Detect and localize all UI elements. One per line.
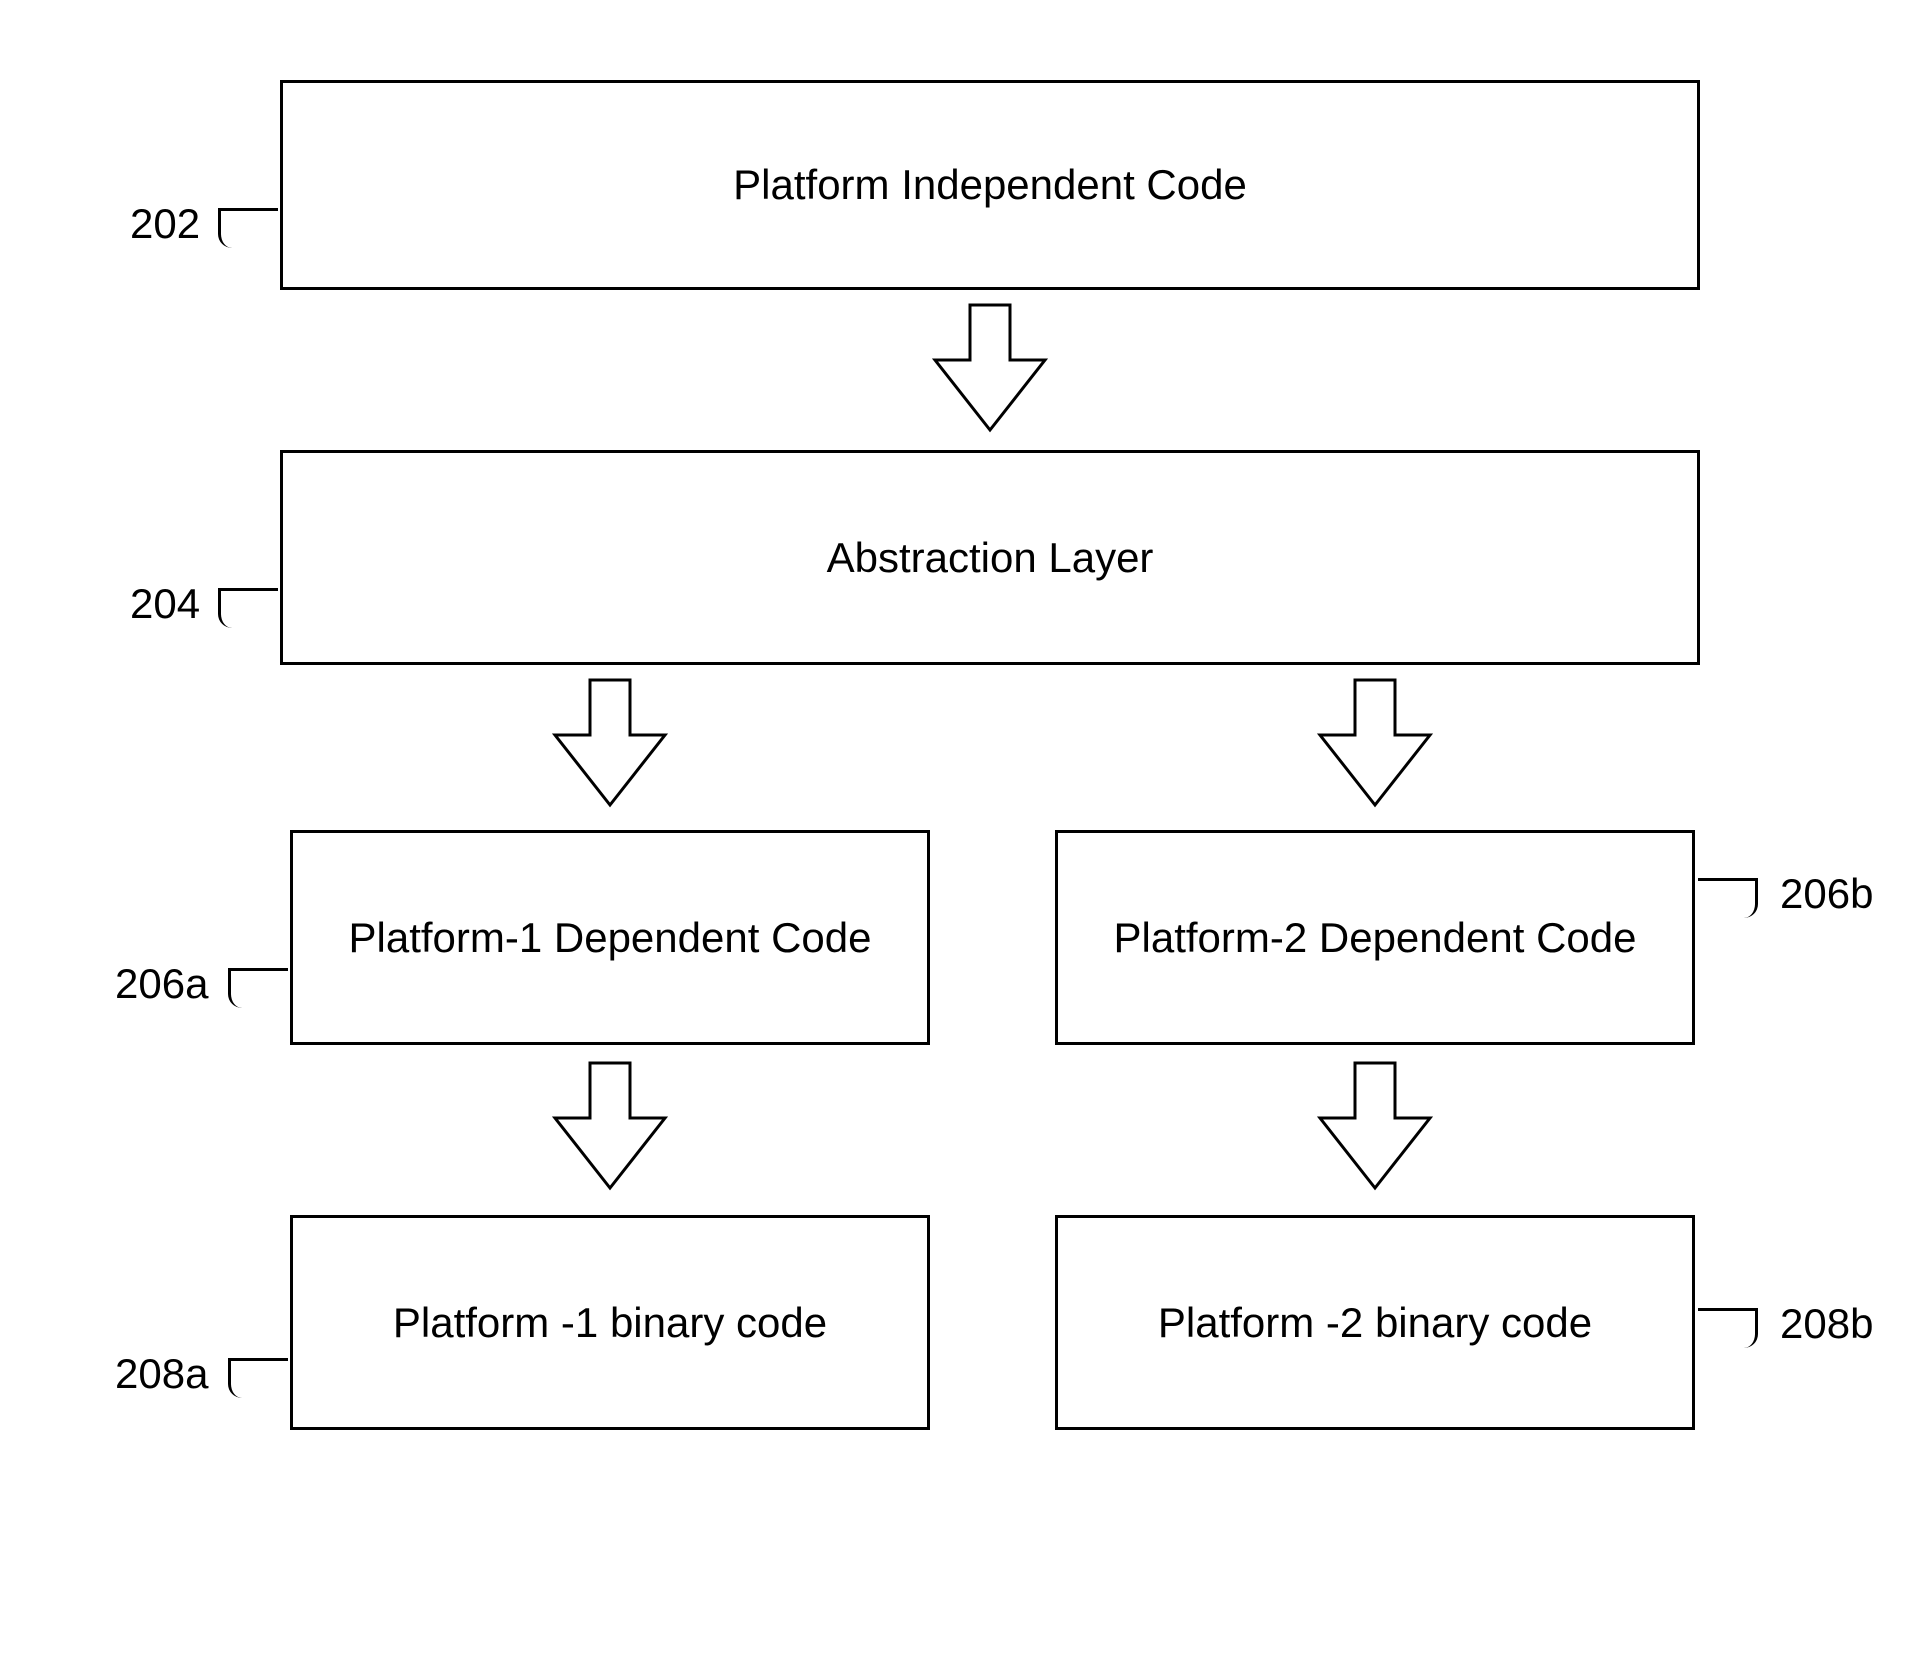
connector-206b — [1698, 878, 1758, 918]
ref-label-204: 204 — [130, 580, 200, 628]
box-platform2-dependent-code: Platform-2 Dependent Code — [1055, 830, 1695, 1045]
connector-208a — [228, 1358, 288, 1398]
box-label: Platform Independent Code — [733, 161, 1247, 209]
box-label: Platform-1 Dependent Code — [349, 914, 872, 962]
connector-208b — [1698, 1308, 1758, 1348]
connector-202 — [218, 208, 278, 248]
box-platform-independent-code: Platform Independent Code — [280, 80, 1700, 290]
ref-label-202: 202 — [130, 200, 200, 248]
ref-label-206a: 206a — [115, 960, 208, 1008]
box-platform1-binary-code: Platform -1 binary code — [290, 1215, 930, 1430]
ref-label-206b: 206b — [1780, 870, 1873, 918]
arrow-down-icon — [550, 675, 670, 815]
arrow-down-icon — [550, 1058, 670, 1198]
arrow-down-icon — [1315, 675, 1435, 815]
box-platform2-binary-code: Platform -2 binary code — [1055, 1215, 1695, 1430]
arrow-down-icon — [1315, 1058, 1435, 1198]
ref-label-208a: 208a — [115, 1350, 208, 1398]
box-abstraction-layer: Abstraction Layer — [280, 450, 1700, 665]
box-platform1-dependent-code: Platform-1 Dependent Code — [290, 830, 930, 1045]
connector-206a — [228, 968, 288, 1008]
box-label: Abstraction Layer — [827, 534, 1154, 582]
box-label: Platform -1 binary code — [393, 1299, 827, 1347]
arrow-down-icon — [930, 300, 1050, 440]
box-label: Platform-2 Dependent Code — [1114, 914, 1637, 962]
connector-204 — [218, 588, 278, 628]
box-label: Platform -2 binary code — [1158, 1299, 1592, 1347]
ref-label-208b: 208b — [1780, 1300, 1873, 1348]
